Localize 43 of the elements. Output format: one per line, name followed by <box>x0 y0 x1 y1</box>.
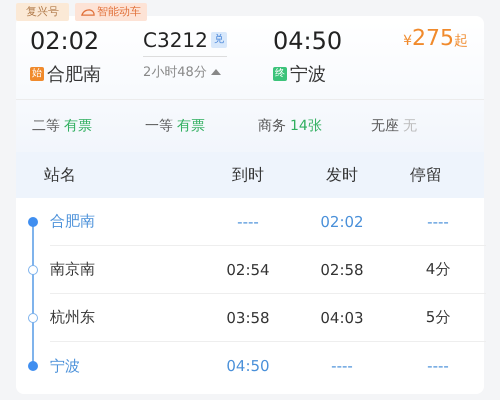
arrival-cell-text: 03:58 <box>225 308 271 326</box>
departure-time: 02:02 <box>30 26 100 56</box>
departure-cell-text: 02:58 <box>319 260 365 278</box>
train-type-tag: 复兴号 <box>16 3 69 21</box>
column-header: 停留 <box>409 164 443 186</box>
departure-cell-text: ---- <box>330 357 354 375</box>
stop-duration-cell-text: 5分 <box>424 308 452 327</box>
column-header: 站名 <box>44 164 77 186</box>
arrival-cell-text: ---- <box>236 212 260 230</box>
seat-class: 商务 <box>258 117 286 135</box>
arrival-cell-text: 02:54 <box>225 260 271 278</box>
seat-availability: 有票 <box>177 117 205 135</box>
station-name: 南京南 <box>50 260 96 279</box>
departure-cell-text: 02:02 <box>319 212 365 230</box>
column-header: 发时 <box>325 164 359 186</box>
train-icon <box>81 8 95 16</box>
end-badge: 终 <box>273 67 287 81</box>
departure-cell-text: 04:03 <box>319 308 365 326</box>
train-number: C3212 <box>143 27 208 54</box>
seat-availability: 有票 <box>64 117 92 135</box>
timeline-dot <box>28 361 38 371</box>
train-feature-tag: 智能动车 <box>75 3 147 21</box>
departure-station: 合肥南 <box>47 63 101 86</box>
arrival-time: 04:50 <box>273 26 344 56</box>
seat-availability: 无 <box>403 117 417 135</box>
price-text: ¥275起 <box>403 26 469 53</box>
stop-duration-cell-text: ---- <box>426 357 450 375</box>
seat-class: 无座 <box>371 117 399 135</box>
station-name: 合肥南 <box>50 212 96 231</box>
train-badge: 兑 <box>210 32 227 48</box>
stop-duration-cell-text: 4分 <box>424 260 452 279</box>
station-name: 宁波 <box>50 356 81 376</box>
arrival-station: 宁波 <box>290 63 326 86</box>
seat-class: 一等 <box>145 117 173 135</box>
stop-duration-cell-text: ---- <box>426 212 450 230</box>
seat-class: 二等 <box>32 117 60 135</box>
column-header: 到时 <box>231 164 265 186</box>
arrival-cell-text: 04:50 <box>225 357 271 375</box>
station-name: 杭州东 <box>50 308 96 327</box>
duration-text: 2小时48分 <box>143 64 207 81</box>
start-badge: 始 <box>30 67 44 81</box>
timeline-dot <box>28 217 38 227</box>
seat-availability: 14张 <box>290 117 322 135</box>
